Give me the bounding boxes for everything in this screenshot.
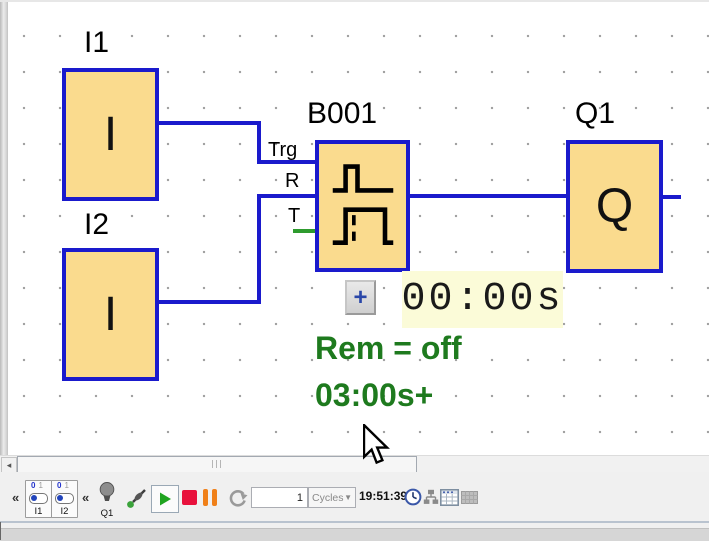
output-block-q1[interactable]: Q bbox=[566, 140, 663, 273]
play-button[interactable] bbox=[151, 485, 179, 513]
block-label-i1: I1 bbox=[84, 26, 110, 59]
plus-icon: + bbox=[353, 283, 368, 311]
toggle-pill-i1[interactable] bbox=[29, 492, 48, 504]
collapse-inputs-icon[interactable]: « bbox=[12, 491, 19, 504]
simulation-clock-time: 19:51:39 bbox=[359, 489, 408, 503]
timer-waveform-icon bbox=[332, 164, 393, 245]
wire-i1-down bbox=[257, 121, 261, 164]
pin-label-trg: Trg bbox=[268, 139, 298, 161]
block-letter-i1: I bbox=[103, 107, 118, 161]
timer-block-b001[interactable] bbox=[315, 140, 410, 272]
wire-b001-q1 bbox=[402, 194, 566, 198]
cycles-unit-label: Cycles bbox=[312, 491, 344, 504]
input-block-i1[interactable]: I bbox=[62, 68, 159, 201]
timer-current-value: 00:00s bbox=[401, 271, 563, 328]
status-bar-edge bbox=[0, 522, 1, 540]
switch-label-i2: I2 bbox=[60, 505, 69, 517]
wire-i2-r bbox=[257, 194, 315, 198]
wire-i2-out bbox=[151, 300, 261, 304]
cycles-unit-dropdown[interactable]: Cycles ▼ bbox=[308, 487, 356, 508]
cycles-count-input[interactable] bbox=[251, 487, 308, 508]
pin-label-t: T bbox=[288, 205, 301, 227]
wire-t-stub bbox=[293, 229, 315, 233]
scrollbar-thumb[interactable] bbox=[17, 456, 417, 473]
left-pane-edge bbox=[0, 2, 8, 455]
block-letter-q1: Q bbox=[595, 179, 634, 233]
step-cycle-icon[interactable] bbox=[228, 488, 248, 508]
lamp-label: Q1 bbox=[100, 508, 114, 519]
input-switch-i1[interactable]: 01 I1 bbox=[25, 480, 52, 518]
collapse-outputs-icon[interactable]: « bbox=[82, 491, 89, 504]
wire-i2-up bbox=[257, 194, 261, 304]
block-label-q1: Q1 bbox=[575, 97, 616, 130]
toggle-knob-i1 bbox=[31, 494, 37, 501]
pause-bar-2[interactable] bbox=[212, 489, 217, 506]
expand-parameter-button[interactable]: + bbox=[345, 280, 376, 315]
stop-button[interactable] bbox=[182, 490, 197, 505]
status-bar bbox=[0, 528, 709, 541]
remanence-annotation: Rem = off bbox=[315, 330, 462, 366]
block-letter-i2: I bbox=[103, 287, 118, 341]
input-block-i2[interactable]: I bbox=[62, 248, 159, 381]
scroll-left-button[interactable]: ◂ bbox=[1, 457, 17, 473]
lightbulb-icon bbox=[99, 482, 115, 502]
delay-time-annotation: 03:00s+ bbox=[315, 377, 434, 413]
keypad-grid-icon bbox=[461, 491, 478, 504]
pin-label-r: R bbox=[285, 170, 300, 192]
value-table-icon[interactable] bbox=[440, 489, 459, 506]
mouse-cursor bbox=[363, 424, 390, 465]
toggle-pill-i2[interactable] bbox=[55, 492, 74, 504]
clock-icon[interactable] bbox=[404, 488, 422, 506]
output-lamp-q1: Q1 bbox=[96, 481, 118, 519]
block-label-b001: B001 bbox=[307, 97, 378, 130]
chevron-down-icon: ▼ bbox=[344, 493, 352, 502]
switch-label-i1: I1 bbox=[34, 505, 43, 517]
play-icon bbox=[160, 492, 171, 506]
wire-i1-out bbox=[151, 121, 261, 125]
toggle-knob-i2 bbox=[57, 494, 63, 501]
scroll-left-icon: ◂ bbox=[6, 459, 12, 470]
network-tree-icon[interactable] bbox=[423, 489, 439, 505]
probe-tool-icon[interactable] bbox=[126, 487, 148, 509]
pause-button[interactable] bbox=[203, 489, 208, 506]
input-switch-i2[interactable]: 01 I2 bbox=[51, 480, 78, 518]
block-label-i2: I2 bbox=[84, 208, 110, 241]
